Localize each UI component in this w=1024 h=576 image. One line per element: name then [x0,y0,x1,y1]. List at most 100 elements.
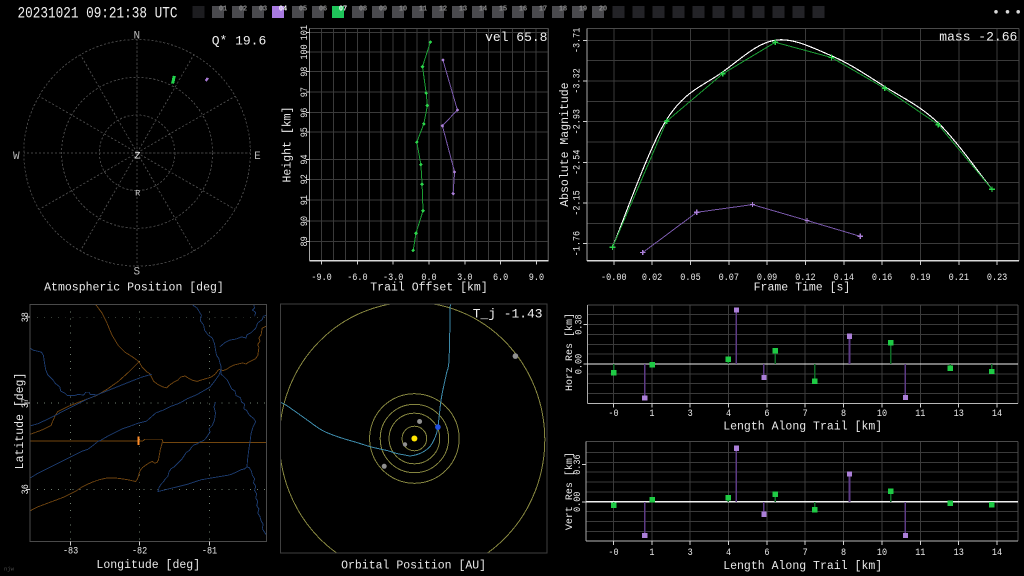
svg-text:20: 20 [599,6,608,14]
svg-text:8: 8 [841,408,846,420]
svg-text:02: 02 [239,6,248,14]
svg-text:0.19: 0.19 [910,272,930,284]
svg-text:S: S [133,267,140,279]
svg-text:05: 05 [299,6,308,14]
svg-text:3: 3 [688,408,693,420]
svg-text:-0: -0 [608,547,618,559]
svg-text:Z: Z [134,151,140,163]
svg-text:7: 7 [803,547,808,559]
svg-text:vel 65.8: vel 65.8 [485,30,547,45]
svg-text:10: 10 [877,547,887,559]
svg-text:Horz Res [km]: Horz Res [km] [564,313,576,391]
svg-text:08: 08 [359,6,368,14]
svg-text:20231021 09:21:38 UTC: 20231021 09:21:38 UTC [18,4,178,22]
svg-text:W: W [13,151,20,163]
svg-text:Vert Res [km]: Vert Res [km] [564,452,576,530]
svg-text:9.0: 9.0 [529,272,544,284]
svg-text:3: 3 [688,547,693,559]
svg-text:90: 90 [299,216,311,226]
svg-text:7: 7 [803,408,808,420]
svg-text:04: 04 [279,6,288,14]
svg-text:36: 36 [20,484,32,494]
svg-text:14: 14 [992,547,1002,559]
svg-text:01: 01 [219,6,228,14]
svg-text:18: 18 [559,6,568,14]
svg-text:6: 6 [764,408,769,420]
svg-text:Height [km]: Height [km] [282,107,295,183]
svg-text:Frame Time [s]: Frame Time [s] [754,282,851,295]
svg-text:Atmospheric Position [deg]: Atmospheric Position [deg] [44,281,224,294]
svg-text:100: 100 [299,44,311,59]
svg-text:mass -2.66: mass -2.66 [939,30,1017,45]
svg-text:07: 07 [339,6,347,14]
svg-text:97: 97 [299,87,311,97]
svg-text:6: 6 [764,547,769,559]
svg-text:98: 98 [299,67,311,77]
svg-text:R: R [135,189,140,199]
svg-text:10: 10 [399,6,408,14]
svg-text:94: 94 [299,154,311,164]
svg-text:12: 12 [439,6,448,14]
svg-text:11: 11 [915,547,925,559]
svg-text:N: N [133,31,140,43]
svg-text:E: E [254,151,261,163]
svg-text:-3.71: -3.71 [572,28,584,54]
svg-text:101: 101 [299,25,311,40]
svg-text:1: 1 [649,408,654,420]
svg-text:0.16: 0.16 [872,272,892,284]
svg-text:-2.15: -2.15 [572,190,584,216]
svg-text:Absolute Magnitude: Absolute Magnitude [559,82,572,206]
svg-text:6.0: 6.0 [493,272,508,284]
svg-text:-9.0: -9.0 [311,272,331,284]
svg-text:95: 95 [299,127,311,137]
svg-text:17: 17 [539,6,547,14]
svg-text:4: 4 [726,547,731,559]
svg-text:Latitude [deg]: Latitude [deg] [14,373,27,470]
svg-text:8: 8 [841,547,846,559]
svg-text:03: 03 [259,6,268,14]
svg-text:19: 19 [579,6,588,14]
svg-text:0.02: 0.02 [642,272,662,284]
svg-text:0.21: 0.21 [949,272,969,284]
svg-text:0.23: 0.23 [987,272,1007,284]
svg-text:-2.54: -2.54 [572,150,584,176]
svg-text:-82: -82 [132,545,147,557]
svg-text:-1.76: -1.76 [572,231,584,257]
svg-text:13: 13 [954,547,964,559]
svg-text:96: 96 [299,108,311,118]
svg-text:09: 09 [379,6,388,14]
svg-text:11: 11 [915,408,925,420]
svg-text:Length Along Trail [km]: Length Along Trail [km] [723,560,882,573]
svg-text:-0: -0 [608,408,618,420]
svg-text:89: 89 [299,236,311,246]
svg-text:10: 10 [877,408,887,420]
svg-text:14: 14 [992,408,1002,420]
svg-text:-81: -81 [202,545,217,557]
svg-text:Q* 19.6: Q* 19.6 [212,34,267,49]
svg-text:14: 14 [479,6,488,14]
svg-text:13: 13 [954,408,964,420]
svg-text:-3.32: -3.32 [572,68,584,94]
svg-text:-2.93: -2.93 [572,109,584,135]
svg-text:-0.00: -0.00 [601,272,627,284]
svg-text:Trail Offset [km]: Trail Offset [km] [370,281,488,294]
svg-text:Longitude [deg]: Longitude [deg] [96,559,200,572]
svg-text:16: 16 [519,6,528,14]
svg-text:T_j -1.43: T_j -1.43 [473,307,543,322]
svg-text:Length Along Trail [km]: Length Along Trail [km] [723,420,882,433]
svg-text:4: 4 [726,408,731,420]
svg-text:1: 1 [649,547,654,559]
svg-text:-83: -83 [63,545,78,557]
svg-text:92: 92 [299,174,311,184]
svg-text:njw: njw [4,566,15,573]
svg-text:-6.0: -6.0 [347,272,367,284]
svg-text:0.07: 0.07 [719,272,739,284]
svg-text:06: 06 [319,6,328,14]
svg-text:0.05: 0.05 [680,272,700,284]
svg-text:15: 15 [499,6,508,14]
svg-text:13: 13 [459,6,468,14]
svg-text:Orbital Position [AU]: Orbital Position [AU] [341,560,486,573]
svg-text:11: 11 [419,6,428,14]
svg-text:38: 38 [20,312,32,322]
svg-text:91: 91 [299,195,311,205]
